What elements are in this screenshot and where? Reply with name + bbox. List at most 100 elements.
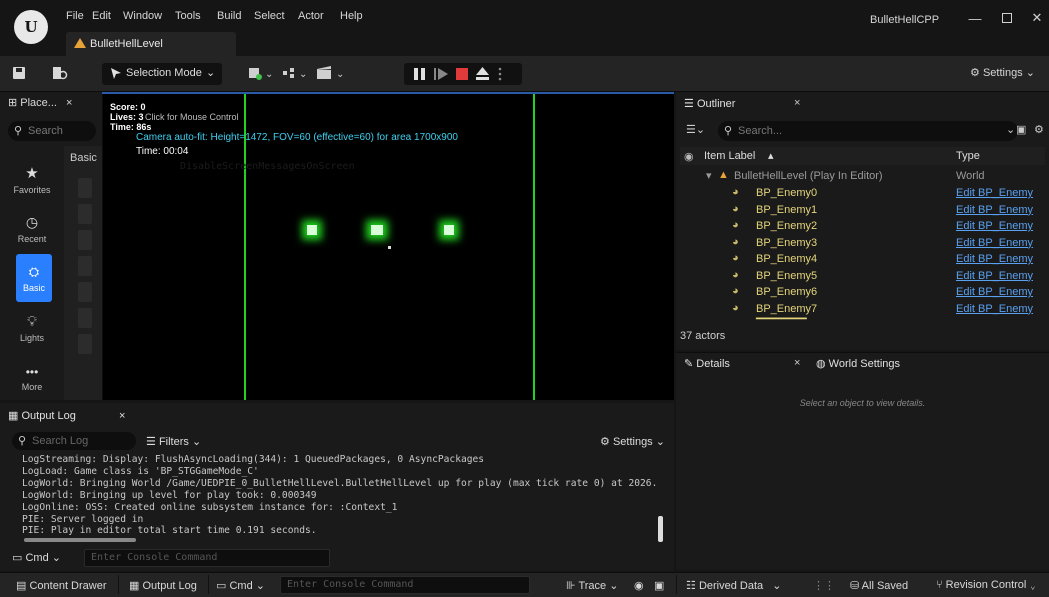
category-more-label: More (21, 381, 43, 392)
eye-icon[interactable]: ◉ (684, 150, 694, 163)
asset-item[interactable] (78, 256, 92, 276)
hud-score: Score: 0 (110, 102, 146, 112)
expand-triangle-icon[interactable]: ▾ (706, 169, 712, 182)
chevron-down-icon: ⌄ (609, 580, 619, 592)
screenshot-icon[interactable]: ▣ (654, 579, 664, 592)
menu-tools[interactable]: Tools (175, 10, 201, 22)
output-log-button[interactable]: ▦ Output Log (129, 579, 197, 592)
world-settings-tab[interactable]: ◍ World Settings (816, 357, 900, 370)
outliner-row[interactable]: ◕ BP_Enemy4 Edit BP_Enemy (680, 251, 1045, 268)
filters-dropdown[interactable]: ☰ Filters ⌄ (146, 435, 201, 448)
outliner-row[interactable]: ◕ BP_Enemy1 Edit BP_Enemy (680, 202, 1045, 219)
log-search-input[interactable]: ⚲ Search Log (12, 432, 136, 450)
content-browser-icon[interactable] (52, 66, 68, 80)
save-icon[interactable] (12, 66, 26, 80)
outliner-row-type[interactable]: Edit BP_Enemy (956, 237, 1033, 249)
column-item-label[interactable]: Item Label (704, 150, 755, 162)
star-icon: ★ (25, 164, 39, 182)
add-actor-icon[interactable]: ⌄ (248, 66, 274, 80)
outliner-row[interactable]: ◕ BP_Enemy5 Edit BP_Enemy (680, 268, 1045, 285)
log-line: LogLoad: Game class is 'BP_STGGameMode_C… (22, 465, 259, 477)
outliner-row[interactable]: ◕ BP_Enemy7 Edit BP_Enemy (680, 301, 1045, 318)
cinematics-icon[interactable]: ⌄ (316, 66, 346, 80)
category-more[interactable]: ••• More (0, 354, 64, 402)
minimize-icon[interactable]: — (960, 6, 990, 30)
toolbar-settings-button[interactable]: ⚙ Settings ⌄ (970, 66, 1035, 79)
outliner-row-type[interactable]: Edit BP_Enemy (956, 187, 1033, 199)
pause-icon[interactable] (414, 68, 425, 80)
asset-item[interactable] (78, 334, 92, 354)
outliner-search-input[interactable]: ⚲ Search... ⌄ (718, 121, 1018, 141)
outliner-root-row[interactable]: ▾ ▲ BulletHellLevel (Play In Editor) Wor… (680, 167, 1045, 184)
details-tab[interactable]: ✎ Details (684, 357, 730, 370)
outliner-row-type[interactable]: Edit BP_Enemy (956, 270, 1033, 282)
close-icon[interactable]: × (119, 410, 125, 422)
outliner-row[interactable]: ◕ BP_Enemy2 Edit BP_Enemy (680, 218, 1045, 235)
outliner-row-type[interactable]: Edit BP_Enemy (956, 204, 1033, 216)
column-type[interactable]: Type (956, 150, 980, 162)
eject-icon[interactable] (476, 67, 489, 80)
step-icon[interactable] (434, 68, 448, 80)
level-tab[interactable]: BulletHellLevel (66, 32, 236, 56)
status-console-input[interactable]: Enter Console Command (280, 576, 530, 594)
all-saved-button[interactable]: ⛁ All Saved (850, 579, 908, 592)
add-folder-icon[interactable]: ▣ (1016, 123, 1026, 136)
category-recent[interactable]: ◷ Recent (0, 205, 64, 253)
outliner-tab[interactable]: ☰ Outliner (684, 97, 735, 110)
menu-build[interactable]: Build (217, 10, 241, 22)
asset-item[interactable] (78, 308, 92, 328)
menu-actor[interactable]: Actor (298, 10, 324, 22)
menu-window[interactable]: Window (123, 10, 162, 22)
status-cmd-dropdown[interactable]: ▭ Cmd ⌄ (216, 579, 265, 592)
close-icon[interactable]: × (794, 97, 800, 109)
log-vertical-scrollbar[interactable] (658, 516, 663, 542)
record-icon[interactable]: ◉ (634, 579, 644, 592)
asset-item[interactable] (78, 230, 92, 250)
asset-item[interactable] (78, 282, 92, 302)
blueprint-icon[interactable]: ⌄ (282, 66, 308, 80)
outliner-row-type[interactable]: Edit BP_Enemy (956, 253, 1033, 265)
chevron-down-icon[interactable]: ⌄ (1006, 123, 1015, 136)
gear-icon[interactable]: ⚙ (1034, 123, 1044, 136)
menu-help[interactable]: Help (340, 10, 363, 22)
trace-dropdown[interactable]: ⊪ Trace ⌄ (566, 579, 618, 592)
category-lights-label: Lights (19, 333, 45, 343)
log-horizontal-scrollbar[interactable] (24, 538, 136, 542)
maximize-icon[interactable] (992, 6, 1022, 30)
outliner-row-type[interactable]: Edit BP_Enemy (956, 286, 1033, 298)
menu-file[interactable]: File (66, 10, 84, 22)
outliner-row[interactable]: ◕ BP_Enemy6 Edit BP_Enemy (680, 284, 1045, 301)
menu-edit[interactable]: Edit (92, 10, 111, 22)
place-search-input[interactable]: ⚲ Search (8, 121, 96, 141)
console-command-input[interactable]: Enter Console Command (84, 549, 330, 567)
outliner-row-type[interactable]: Edit BP_Enemy (956, 220, 1033, 232)
selection-mode-dropdown[interactable]: Selection Mode ⌄ (102, 63, 222, 85)
stop-icon[interactable] (456, 68, 468, 80)
revision-control-dropdown[interactable]: ⑂ Revision Control ⌄ (936, 579, 1036, 591)
menu-select[interactable]: Select (254, 10, 285, 22)
output-log-tab[interactable]: ▦ Output Log × (8, 409, 125, 422)
close-icon[interactable]: × (66, 97, 72, 109)
outliner-row-type[interactable]: Edit BP_Enemy (956, 303, 1033, 315)
cmd-dropdown[interactable]: ▭ Cmd ⌄ (12, 551, 61, 564)
log-icon: ▦ (8, 410, 19, 422)
unreal-logo-icon[interactable]: U (14, 10, 48, 44)
derived-data-dropdown[interactable]: ☷ Derived Data ⌄ (686, 579, 781, 592)
more-options-icon[interactable] (498, 67, 502, 81)
filter-icon[interactable]: ☰⌄ (686, 123, 705, 136)
content-drawer-button[interactable]: ▤ Content Drawer (16, 579, 107, 592)
outliner-row-name: BP_Enemy7 (756, 302, 818, 315)
globe-icon: ◍ (816, 358, 826, 370)
category-basic[interactable]: ⛭ Basic (16, 254, 52, 302)
close-icon[interactable]: ✕ (1022, 6, 1049, 30)
source-control-icon[interactable]: ⋮⋮ (813, 579, 835, 592)
outliner-row[interactable]: ◕ BP_Enemy0 Edit BP_Enemy (680, 185, 1045, 202)
asset-item[interactable] (78, 178, 92, 198)
close-icon[interactable]: × (794, 357, 800, 369)
category-favorites[interactable]: ★ Favorites (0, 155, 64, 203)
category-lights[interactable]: 💡︎ Lights (0, 304, 64, 352)
outliner-row[interactable]: ◕ BP_Enemy3 Edit BP_Enemy (680, 235, 1045, 252)
asset-item[interactable] (78, 204, 92, 224)
log-settings-dropdown[interactable]: ⚙ Settings ⌄ (600, 435, 665, 448)
place-actors-tab[interactable]: ⊞ Place... × (8, 96, 72, 109)
